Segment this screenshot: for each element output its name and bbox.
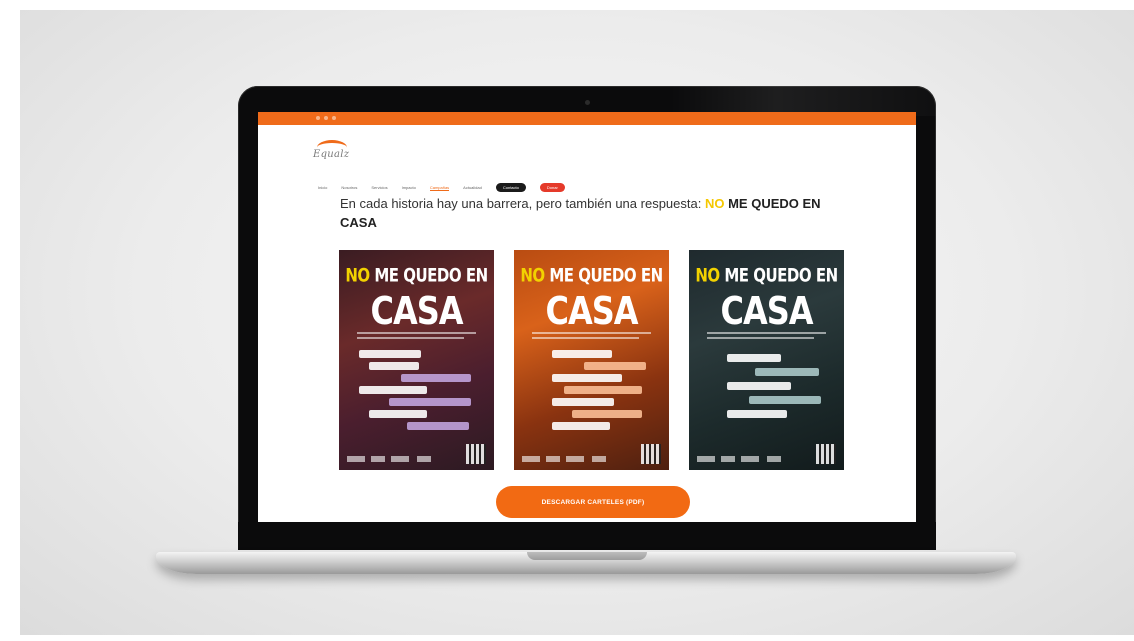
poster-casa: CASA	[545, 288, 638, 334]
poster-chip	[407, 422, 469, 430]
qr-code-icon	[641, 444, 661, 464]
nav-item-actualidad[interactable]: Actualidad	[463, 185, 482, 190]
top-bar	[258, 112, 916, 125]
intro-sentence: En cada historia hay una barrera, pero t…	[340, 196, 702, 211]
poster-headline: NO ME QUEDO EN	[689, 264, 844, 287]
intro-highlight-no: NO	[704, 196, 725, 211]
poster-chip	[552, 398, 614, 406]
poster-logos	[347, 448, 457, 462]
poster-chip	[401, 374, 471, 382]
logo-text: Equalz	[313, 149, 350, 160]
poster-chip	[727, 410, 787, 418]
poster-no: NO	[345, 264, 370, 287]
poster-logos	[522, 448, 632, 462]
nav-item-servicios[interactable]: Servicios	[371, 185, 387, 190]
topbar-dots	[316, 116, 336, 120]
poster-no: NO	[520, 264, 545, 287]
laptop-chin	[238, 522, 936, 550]
poster-chip	[359, 386, 427, 394]
qr-code-icon	[466, 444, 486, 464]
poster-chip	[564, 386, 642, 394]
scene: Equalz Inicio Nosotros Servicios Impacto…	[0, 0, 1134, 641]
poster-chip	[755, 368, 819, 376]
poster-chip	[359, 350, 421, 358]
poster-chip	[552, 374, 622, 382]
poster-chip	[369, 362, 419, 370]
poster-card[interactable]: NO ME QUEDO EN CASA	[514, 250, 669, 470]
poster-headline-rest: ME QUEDO EN	[549, 264, 663, 287]
nav-item-impacto[interactable]: Impacto	[402, 185, 416, 190]
nav-item-nosotros[interactable]: Nosotros	[341, 185, 357, 190]
poster-chip	[552, 422, 610, 430]
donate-button[interactable]: Donar	[539, 183, 565, 192]
poster-subtext	[707, 332, 826, 344]
poster-chip	[389, 398, 471, 406]
poster-chip	[749, 396, 821, 404]
poster-headline-rest: ME QUEDO EN	[724, 264, 838, 287]
nav-item-inicio[interactable]: Inicio	[318, 185, 327, 190]
qr-code-icon	[816, 444, 836, 464]
poster-card[interactable]: NO ME QUEDO EN CASA	[689, 250, 844, 470]
poster-card[interactable]: NO ME QUEDO EN CASA	[339, 250, 494, 470]
poster-casa: CASA	[370, 288, 463, 334]
poster-casa: CASA	[720, 288, 813, 334]
poster-chip	[727, 382, 791, 390]
site-logo[interactable]: Equalz	[313, 140, 359, 164]
download-posters-button[interactable]: DESCARGAR CARTELES (PDF)	[496, 486, 690, 518]
dot-icon	[332, 116, 336, 120]
poster-logos	[697, 448, 807, 462]
poster-chip	[552, 350, 612, 358]
poster-chip	[572, 410, 642, 418]
poster-no: NO	[695, 264, 720, 287]
dot-icon	[324, 116, 328, 120]
poster-headline: NO ME QUEDO EN	[514, 264, 669, 287]
dot-icon	[316, 116, 320, 120]
contact-button[interactable]: Contacto	[495, 183, 526, 192]
poster-chip	[727, 354, 781, 362]
poster-headline: NO ME QUEDO EN	[339, 264, 494, 287]
laptop-screen: Equalz Inicio Nosotros Servicios Impacto…	[258, 112, 916, 522]
poster-chip	[369, 410, 427, 418]
main-nav: Inicio Nosotros Servicios Impacto Campañ…	[318, 183, 565, 192]
poster-headline-rest: ME QUEDO EN	[374, 264, 488, 287]
nav-item-campanas[interactable]: Campañas	[429, 185, 450, 191]
intro-text: En cada historia hay una barrera, pero t…	[340, 194, 860, 232]
laptop-notch	[527, 552, 647, 560]
camera-icon	[585, 100, 590, 105]
poster-chip	[584, 362, 646, 370]
poster-subtext	[532, 332, 651, 344]
poster-subtext	[357, 332, 476, 344]
